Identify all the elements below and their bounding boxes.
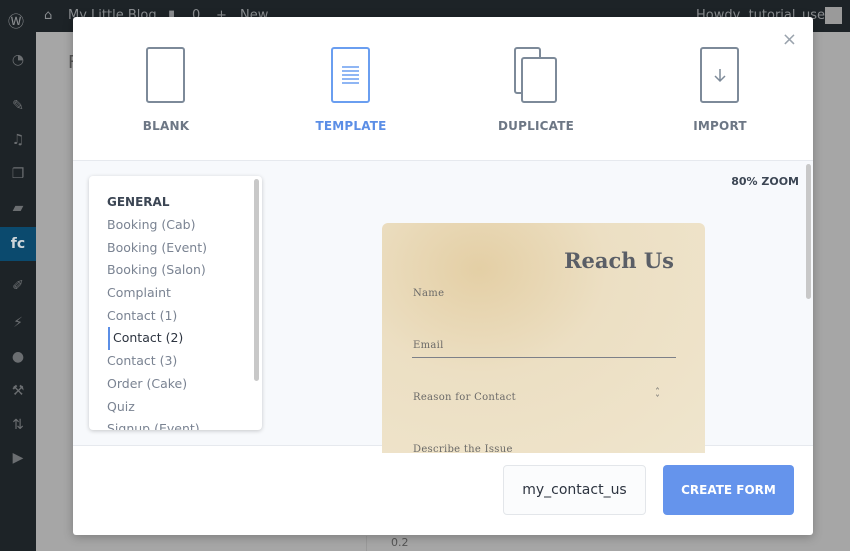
option-label: DUPLICATE (498, 119, 574, 133)
template-item[interactable]: Contact (3) (107, 350, 262, 373)
duplicate-icon (514, 47, 557, 103)
new-form-modal: × BLANK TEMPLATE DUPLICATE IMPORT 80% ZO… (73, 17, 813, 535)
background-table: 0.2 (366, 536, 846, 551)
template-item[interactable]: Contact (1) (107, 305, 262, 328)
avatar[interactable] (825, 7, 842, 24)
option-template[interactable]: TEMPLATE (291, 47, 411, 133)
template-item[interactable]: Signup (Event) (107, 418, 262, 430)
list-scrollbar[interactable] (254, 179, 259, 381)
home-icon: ⌂ (44, 8, 53, 23)
option-label: BLANK (142, 119, 190, 133)
tools-icon[interactable]: ⚒ (0, 379, 36, 403)
close-icon[interactable]: × (782, 29, 797, 50)
modal-footer: my_contact_us CREATE FORM (73, 446, 813, 535)
wordpress-logo-icon[interactable]: Ⓦ (8, 8, 24, 32)
table-value: 0.2 (391, 536, 409, 549)
pin-icon[interactable]: ✎ (0, 94, 36, 118)
option-label: IMPORT (693, 119, 747, 133)
admin-sidebar: ◔ ✎ ♫ ❐ ▰ fc ✐ ⚡ ● ⚒ ⇅ ▶ (0, 32, 36, 551)
select-chevron-icon: ˆˇ (655, 388, 660, 406)
preview-title: Reach Us (564, 248, 674, 273)
pages-icon[interactable]: ❐ (0, 162, 36, 186)
template-page-icon (331, 47, 370, 103)
template-preview-area: 80% ZOOM GENERAL Booking (Cab) Booking (… (73, 160, 813, 455)
option-blank[interactable]: BLANK (106, 47, 226, 133)
form-preview: Reach Us Name Email Reason for Contact ˆ… (382, 223, 705, 455)
template-item[interactable]: Quiz (107, 396, 262, 419)
form-name-input[interactable]: my_contact_us (503, 465, 646, 515)
comments-icon[interactable]: ▰ (0, 196, 36, 220)
template-item[interactable]: Booking (Salon) (107, 259, 262, 282)
zoom-level: 80% ZOOM (731, 175, 799, 188)
create-form-button[interactable]: CREATE FORM (663, 465, 794, 515)
template-item[interactable]: Order (Cake) (107, 373, 262, 396)
template-item-selected[interactable]: Contact (2) (108, 327, 262, 351)
dashboard-icon[interactable]: ◔ (0, 48, 36, 72)
blank-page-icon (146, 47, 185, 103)
template-list: GENERAL Booking (Cab) Booking (Event) Bo… (89, 176, 262, 430)
appearance-icon[interactable]: ✐ (0, 274, 36, 298)
template-category-heading: GENERAL (107, 195, 170, 209)
template-item[interactable]: Booking (Event) (107, 237, 262, 260)
preview-scrollbar[interactable] (806, 164, 811, 299)
video-icon[interactable]: ▶ (0, 446, 36, 470)
option-label: TEMPLATE (315, 119, 387, 133)
preview-field-label: Name (413, 288, 445, 299)
plugins-icon[interactable]: ⚡ (0, 311, 36, 335)
field-underline (412, 357, 676, 358)
template-item[interactable]: Complaint (107, 282, 262, 305)
preview-field-label: Email (413, 340, 444, 351)
settings-icon[interactable]: ⇅ (0, 413, 36, 437)
preview-field-label: Reason for Contact (413, 392, 516, 403)
fluentforms-menu[interactable]: fc (0, 227, 36, 261)
option-import[interactable]: IMPORT (660, 47, 780, 133)
option-duplicate[interactable]: DUPLICATE (476, 47, 596, 133)
media-icon[interactable]: ♫ (0, 128, 36, 152)
template-item[interactable]: Booking (Cab) (107, 214, 262, 237)
users-icon[interactable]: ● (0, 345, 36, 369)
import-icon (700, 47, 739, 103)
